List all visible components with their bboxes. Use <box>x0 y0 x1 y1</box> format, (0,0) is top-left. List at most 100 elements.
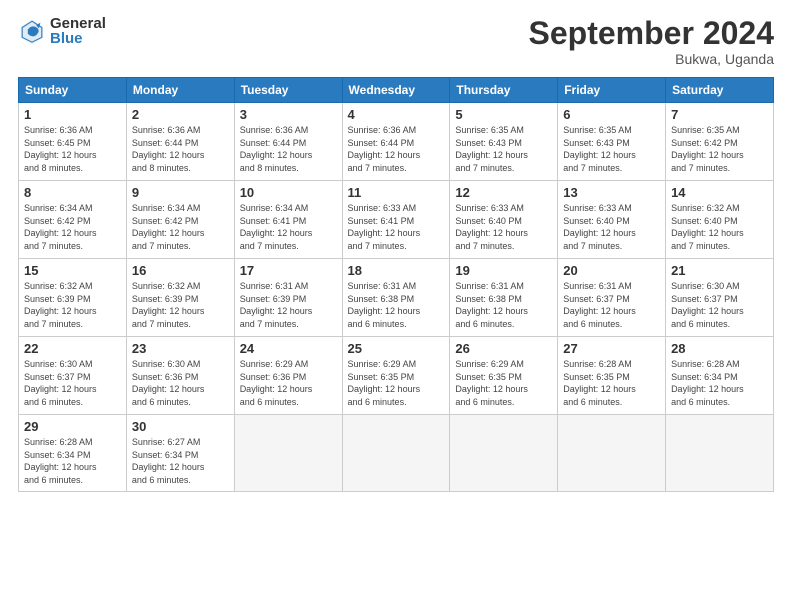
table-row: 26 Sunrise: 6:29 AM Sunset: 6:35 PM Dayli… <box>450 337 558 415</box>
day-number: 30 <box>132 419 229 434</box>
day-number: 27 <box>563 341 660 356</box>
day-number: 1 <box>24 107 121 122</box>
header-thursday: Thursday <box>450 78 558 103</box>
day-number: 12 <box>455 185 552 200</box>
table-row: 28 Sunrise: 6:28 AM Sunset: 6:34 PM Dayli… <box>666 337 774 415</box>
month-title: September 2024 <box>529 16 774 51</box>
day-info: Sunrise: 6:30 AM Sunset: 6:37 PM Dayligh… <box>671 280 768 330</box>
table-row <box>342 415 450 491</box>
header: General Blue September 2024 Bukwa, Ugand… <box>18 16 774 67</box>
table-row: 7Sunrise: 6:35 AM Sunset: 6:42 PM Daylig… <box>666 103 774 181</box>
day-info: Sunrise: 6:28 AM Sunset: 6:35 PM Dayligh… <box>563 358 660 408</box>
table-row: 2 Sunrise: 6:36 AM Sunset: 6:44 PM Daylig… <box>126 103 234 181</box>
table-row: 20 Sunrise: 6:31 AM Sunset: 6:37 PM Dayli… <box>558 259 666 337</box>
day-number: 11 <box>348 185 445 200</box>
table-row: 1 Sunrise: 6:36 AM Sunset: 6:45 PM Daylig… <box>19 103 127 181</box>
day-info: Sunrise: 6:35 AM Sunset: 6:43 PM Dayligh… <box>563 124 660 174</box>
logo-icon <box>18 17 46 45</box>
day-number: 10 <box>240 185 337 200</box>
calendar-table: Sunday Monday Tuesday Wednesday Thursday… <box>18 77 774 491</box>
day-info: Sunrise: 6:36 AM Sunset: 6:44 PM Dayligh… <box>240 124 337 174</box>
day-info: Sunrise: 6:31 AM Sunset: 6:37 PM Dayligh… <box>563 280 660 330</box>
logo: General Blue <box>18 16 106 46</box>
header-sunday: Sunday <box>19 78 127 103</box>
table-row: 30Sunrise: 6:27 AM Sunset: 6:34 PM Dayli… <box>126 415 234 491</box>
table-row: 8Sunrise: 6:34 AM Sunset: 6:42 PM Daylig… <box>19 181 127 259</box>
table-row: 23 Sunrise: 6:30 AM Sunset: 6:36 PM Dayli… <box>126 337 234 415</box>
table-row: 5 Sunrise: 6:35 AM Sunset: 6:43 PM Daylig… <box>450 103 558 181</box>
day-info: Sunrise: 6:36 AM Sunset: 6:44 PM Dayligh… <box>348 124 445 174</box>
table-row: 29 Sunrise: 6:28 AM Sunset: 6:34 PM Dayli… <box>19 415 127 491</box>
day-number: 21 <box>671 263 768 278</box>
day-info: Sunrise: 6:28 AM Sunset: 6:34 PM Dayligh… <box>671 358 768 408</box>
day-number: 20 <box>563 263 660 278</box>
header-monday: Monday <box>126 78 234 103</box>
day-info: Sunrise: 6:29 AM Sunset: 6:35 PM Dayligh… <box>348 358 445 408</box>
logo-general-text: General <box>50 16 106 31</box>
table-row: 19 Sunrise: 6:31 AM Sunset: 6:38 PM Dayli… <box>450 259 558 337</box>
day-number: 18 <box>348 263 445 278</box>
day-info: Sunrise: 6:31 AM Sunset: 6:38 PM Dayligh… <box>348 280 445 330</box>
table-row <box>666 415 774 491</box>
table-row: 16Sunrise: 6:32 AM Sunset: 6:39 PM Dayli… <box>126 259 234 337</box>
page: General Blue September 2024 Bukwa, Ugand… <box>0 0 792 612</box>
day-number: 2 <box>132 107 229 122</box>
day-number: 19 <box>455 263 552 278</box>
day-info: Sunrise: 6:36 AM Sunset: 6:44 PM Dayligh… <box>132 124 229 174</box>
day-info: Sunrise: 6:31 AM Sunset: 6:39 PM Dayligh… <box>240 280 337 330</box>
day-info: Sunrise: 6:33 AM Sunset: 6:40 PM Dayligh… <box>455 202 552 252</box>
header-tuesday: Tuesday <box>234 78 342 103</box>
day-info: Sunrise: 6:33 AM Sunset: 6:40 PM Dayligh… <box>563 202 660 252</box>
day-info: Sunrise: 6:28 AM Sunset: 6:34 PM Dayligh… <box>24 436 121 486</box>
logo-blue-text: Blue <box>50 31 106 46</box>
weekday-header-row: Sunday Monday Tuesday Wednesday Thursday… <box>19 78 774 103</box>
day-number: 29 <box>24 419 121 434</box>
day-number: 15 <box>24 263 121 278</box>
table-row: 21 Sunrise: 6:30 AM Sunset: 6:37 PM Dayli… <box>666 259 774 337</box>
day-info: Sunrise: 6:29 AM Sunset: 6:36 PM Dayligh… <box>240 358 337 408</box>
table-row: 10 Sunrise: 6:34 AM Sunset: 6:41 PM Dayli… <box>234 181 342 259</box>
day-info: Sunrise: 6:30 AM Sunset: 6:37 PM Dayligh… <box>24 358 121 408</box>
day-number: 28 <box>671 341 768 356</box>
table-row: 25 Sunrise: 6:29 AM Sunset: 6:35 PM Dayli… <box>342 337 450 415</box>
day-info: Sunrise: 6:35 AM Sunset: 6:43 PM Dayligh… <box>455 124 552 174</box>
location: Bukwa, Uganda <box>529 51 774 67</box>
logo-text: General Blue <box>50 16 106 46</box>
day-info: Sunrise: 6:29 AM Sunset: 6:35 PM Dayligh… <box>455 358 552 408</box>
day-number: 4 <box>348 107 445 122</box>
day-number: 26 <box>455 341 552 356</box>
table-row: 9 Sunrise: 6:34 AM Sunset: 6:42 PM Daylig… <box>126 181 234 259</box>
day-info: Sunrise: 6:34 AM Sunset: 6:42 PM Dayligh… <box>24 202 121 252</box>
day-info: Sunrise: 6:32 AM Sunset: 6:39 PM Dayligh… <box>132 280 229 330</box>
title-area: September 2024 Bukwa, Uganda <box>529 16 774 67</box>
day-number: 24 <box>240 341 337 356</box>
table-row: 4 Sunrise: 6:36 AM Sunset: 6:44 PM Daylig… <box>342 103 450 181</box>
table-row <box>234 415 342 491</box>
table-row <box>450 415 558 491</box>
day-info: Sunrise: 6:31 AM Sunset: 6:38 PM Dayligh… <box>455 280 552 330</box>
table-row: 13Sunrise: 6:33 AM Sunset: 6:40 PM Dayli… <box>558 181 666 259</box>
day-info: Sunrise: 6:33 AM Sunset: 6:41 PM Dayligh… <box>348 202 445 252</box>
day-number: 23 <box>132 341 229 356</box>
day-number: 22 <box>24 341 121 356</box>
table-row: 12 Sunrise: 6:33 AM Sunset: 6:40 PM Dayli… <box>450 181 558 259</box>
table-row: 11 Sunrise: 6:33 AM Sunset: 6:41 PM Dayli… <box>342 181 450 259</box>
table-row: 6Sunrise: 6:35 AM Sunset: 6:43 PM Daylig… <box>558 103 666 181</box>
table-row: 17Sunrise: 6:31 AM Sunset: 6:39 PM Dayli… <box>234 259 342 337</box>
header-friday: Friday <box>558 78 666 103</box>
table-row <box>558 415 666 491</box>
table-row: 22 Sunrise: 6:30 AM Sunset: 6:37 PM Dayli… <box>19 337 127 415</box>
day-info: Sunrise: 6:36 AM Sunset: 6:45 PM Dayligh… <box>24 124 121 174</box>
day-info: Sunrise: 6:30 AM Sunset: 6:36 PM Dayligh… <box>132 358 229 408</box>
day-info: Sunrise: 6:34 AM Sunset: 6:42 PM Dayligh… <box>132 202 229 252</box>
day-number: 14 <box>671 185 768 200</box>
day-info: Sunrise: 6:32 AM Sunset: 6:39 PM Dayligh… <box>24 280 121 330</box>
day-info: Sunrise: 6:35 AM Sunset: 6:42 PM Dayligh… <box>671 124 768 174</box>
day-number: 5 <box>455 107 552 122</box>
day-number: 25 <box>348 341 445 356</box>
table-row: 27 Sunrise: 6:28 AM Sunset: 6:35 PM Dayli… <box>558 337 666 415</box>
table-row: 24 Sunrise: 6:29 AM Sunset: 6:36 PM Dayli… <box>234 337 342 415</box>
day-number: 9 <box>132 185 229 200</box>
day-info: Sunrise: 6:34 AM Sunset: 6:41 PM Dayligh… <box>240 202 337 252</box>
header-wednesday: Wednesday <box>342 78 450 103</box>
